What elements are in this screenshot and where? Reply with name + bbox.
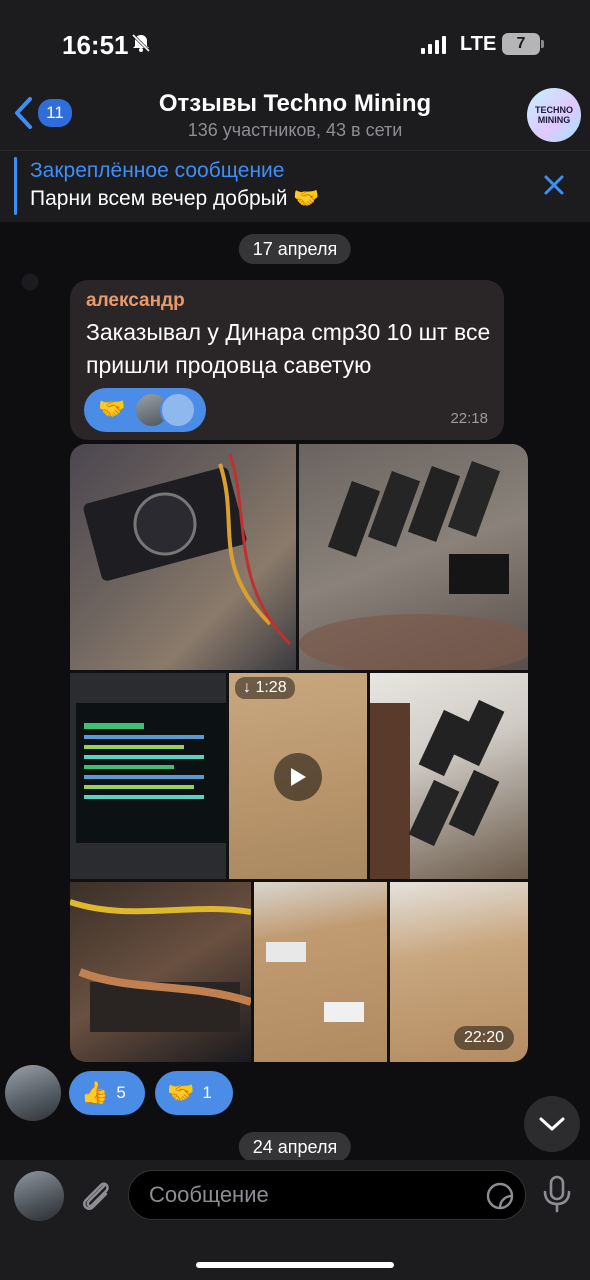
scroll-down-button[interactable] <box>524 1096 580 1152</box>
photo-rig-2[interactable] <box>370 673 528 879</box>
close-icon[interactable] <box>542 173 566 197</box>
microphone-icon[interactable] <box>540 1174 574 1214</box>
avatar-logo-line-1: TECHNO <box>535 105 573 115</box>
bell-muted-icon <box>131 33 151 53</box>
photo-box-1-art <box>266 942 364 1022</box>
photo-box-2[interactable]: 22:20 <box>390 882 528 1062</box>
network-type: LTE <box>460 33 497 55</box>
chat-header: 11 Отзывы Techno Mining 136 участников, … <box>0 80 590 150</box>
message-input[interactable] <box>149 1179 469 1211</box>
status-time: 16:51 <box>62 30 129 60</box>
photo-rig[interactable] <box>299 444 528 670</box>
message-time: 22:18 <box>450 410 488 427</box>
video-duration-text: 1:28 <box>255 679 287 696</box>
signal-icon <box>421 36 446 54</box>
message-text: Заказывал у Динара cmp30 10 шт все пришл… <box>86 319 491 378</box>
pinned-text: Парни всем вечер добрый 🤝 <box>30 187 320 210</box>
media-album: ↓ 1:28 22:20 <box>70 444 528 1062</box>
download-icon: ↓ <box>243 679 251 696</box>
photo-rig-art <box>299 460 528 670</box>
reaction-like[interactable]: 👍 5 <box>69 1071 145 1115</box>
photo-monitor-art <box>76 703 226 843</box>
reaction-handshake-count: 1 <box>202 1083 212 1102</box>
message-bubble[interactable]: александр Заказывал у Динара cmp30 10 шт… <box>70 280 504 440</box>
chat-subtitle: 136 участников, 43 в сети <box>187 120 403 140</box>
media-time: 22:20 <box>453 1026 514 1050</box>
reaction-emoji: 🤝 <box>98 396 126 421</box>
photo-heatsink-art <box>70 899 251 1032</box>
pinned-accent-bar <box>14 157 17 215</box>
thumbs-up-emoji: 👍 <box>81 1080 109 1105</box>
message-field[interactable] <box>128 1170 526 1220</box>
photo-gpu-art <box>83 453 292 646</box>
photo-gpu[interactable] <box>70 444 296 670</box>
video-duration: ↓ 1:28 <box>235 677 295 699</box>
reaction-like-count: 5 <box>116 1083 126 1102</box>
battery-icon: 7 <box>502 33 544 55</box>
paperclip-icon[interactable] <box>76 1176 116 1216</box>
chat-area[interactable]: 17 апреля александр Заказывал у Динара c… <box>0 222 590 1162</box>
handshake-emoji: 🤝 <box>167 1080 195 1105</box>
date-separator: 17 апреля <box>238 234 352 264</box>
reaction-handshake[interactable]: 🤝 1 <box>155 1071 233 1115</box>
play-icon <box>291 768 306 786</box>
avatar-logo-line-2: MINING <box>537 115 571 125</box>
pinned-title: Закреплённое сообщение <box>30 159 285 182</box>
video-box[interactable]: ↓ 1:28 <box>229 673 367 879</box>
photo-rig-2-art <box>370 699 505 879</box>
my-avatar[interactable] <box>14 1171 64 1221</box>
message-author[interactable]: александр <box>86 290 185 312</box>
reactor-avatar <box>160 392 196 428</box>
home-indicator[interactable] <box>196 1262 394 1268</box>
chat-title[interactable]: Отзывы Techno Mining <box>0 90 590 118</box>
reaction-pill[interactable]: 🤝 <box>84 388 206 432</box>
play-button[interactable] <box>274 753 322 801</box>
photo-heatsink[interactable] <box>70 882 251 1062</box>
date-separator: 24 апреля <box>238 1132 352 1162</box>
battery-level: 7 <box>516 35 526 52</box>
sticker-icon[interactable] <box>485 1181 515 1211</box>
status-bar: 16:51 LTE 7 <box>0 0 590 80</box>
photo-monitor[interactable] <box>70 673 226 879</box>
photo-box-1[interactable] <box>254 882 387 1062</box>
chevron-down-icon <box>539 1117 565 1131</box>
pinned-message[interactable]: Закреплённое сообщение Парни всем вечер … <box>0 150 590 222</box>
chat-avatar[interactable]: TECHNO MINING <box>527 88 581 142</box>
sender-avatar[interactable] <box>5 1065 61 1121</box>
